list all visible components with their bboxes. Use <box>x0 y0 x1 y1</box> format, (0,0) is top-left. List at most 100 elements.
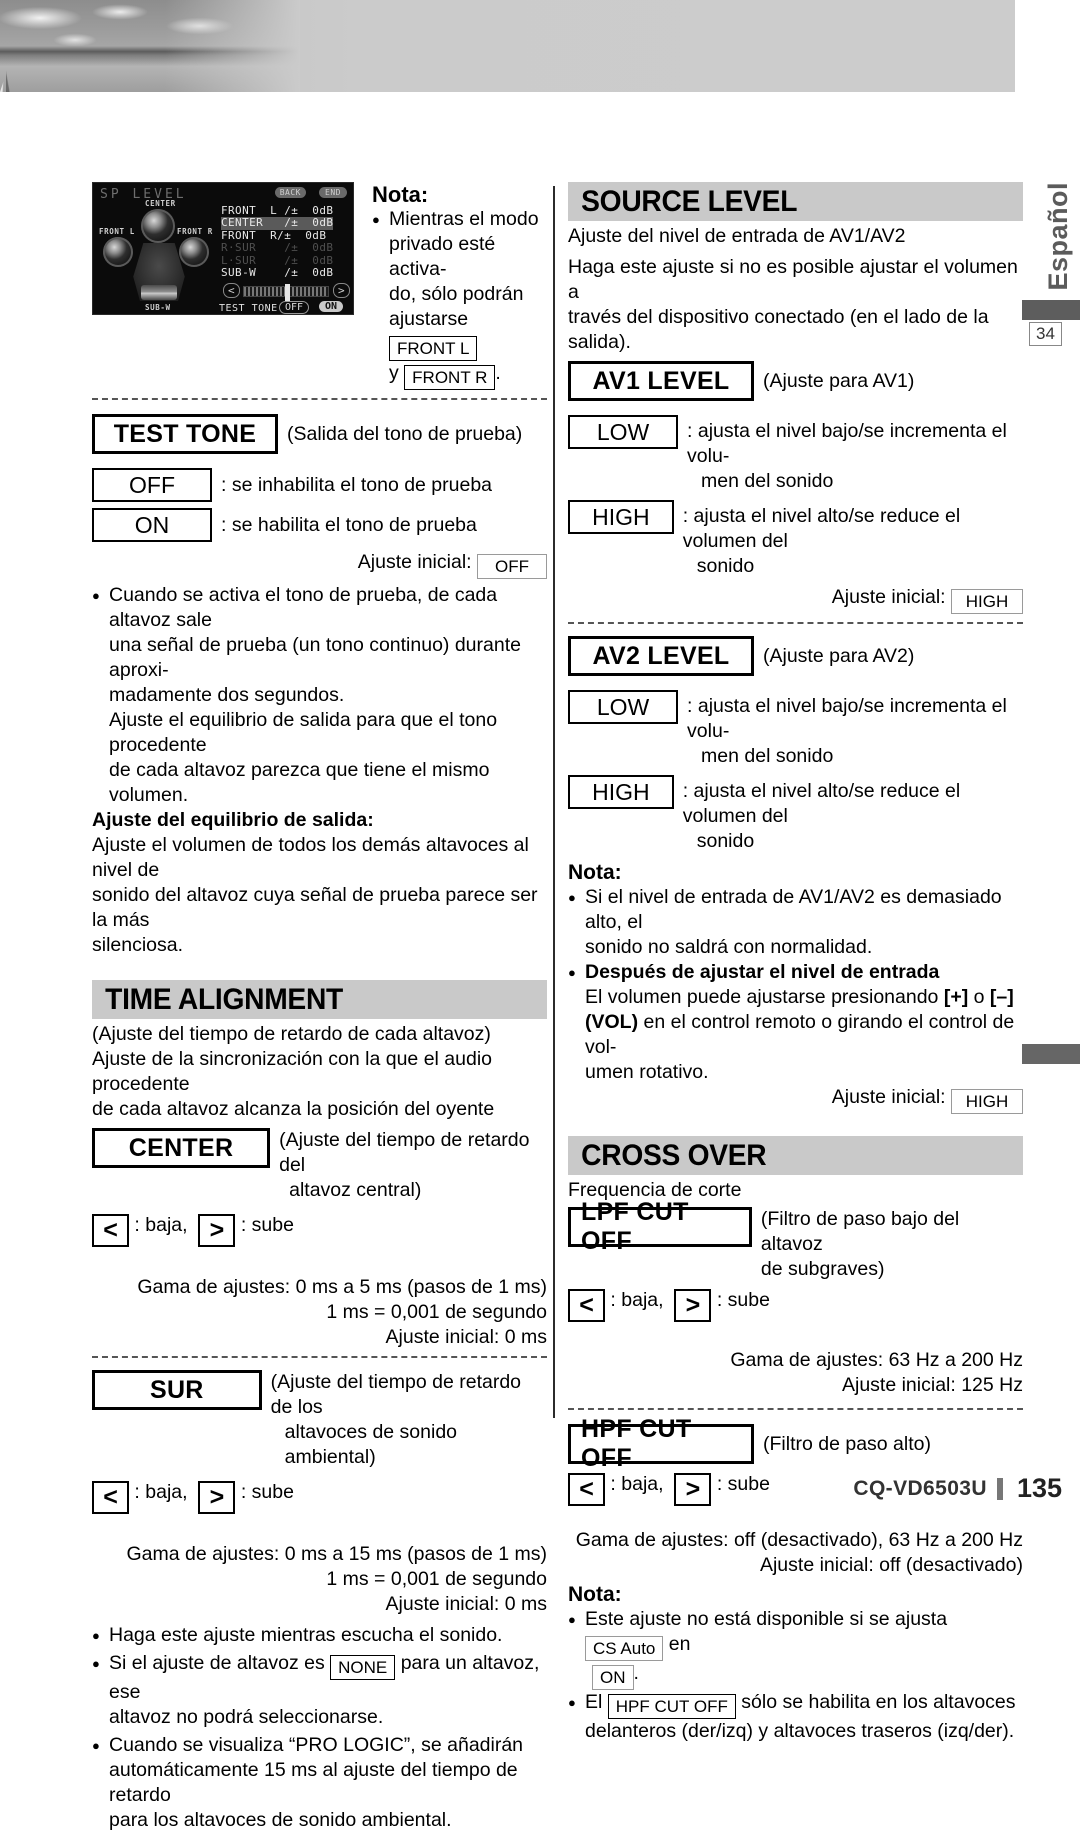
test-tone-on-option[interactable]: ON <box>92 508 212 542</box>
nota-line: ajustarse FRONT L <box>372 307 542 361</box>
hpf-initial: Ajuste inicial: off (desactivado) <box>759 1554 1023 1576</box>
av1-caption: (Ajuste para AV1) <box>763 370 915 392</box>
lpf-initial: Ajuste inicial: 125 Hz <box>841 1374 1023 1396</box>
text-line: para los altavoces de sonido ambiental. <box>109 1809 452 1831</box>
av1-level-key[interactable]: AV1 LEVEL <box>568 361 754 401</box>
text-line: ON. <box>568 1661 1023 1690</box>
lpf-cut-off-key[interactable]: LPF CUT OFF <box>568 1198 752 1255</box>
page-body: SP LEVEL BACK END CENTER FRONT L FRONT R… <box>0 0 1080 1831</box>
av1-high-desc-2: sonido <box>696 555 755 577</box>
nota-period: . <box>495 362 501 384</box>
arrow-right-icon[interactable]: > <box>674 1289 712 1322</box>
ta-bullet-2: Si el ajuste de altavoz es NONE para un … <box>92 1651 547 1705</box>
initial-label: Ajuste inicial: <box>831 1086 946 1108</box>
left-column: SP LEVEL BACK END CENTER FRONT L FRONT R… <box>92 182 547 1833</box>
av2-low-desc: : ajusta el nivel bajo/se incrementa el … <box>687 695 1007 742</box>
arrow-left-desc: : baja, <box>610 1473 664 1495</box>
sur-initial: Ajuste inicial: 0 ms <box>385 1593 547 1615</box>
av2-caption: (Ajuste para AV2) <box>763 645 915 667</box>
av2-level-key[interactable]: AV2 LEVEL <box>568 636 754 676</box>
av1-low-desc-2: men del sonido <box>701 470 834 492</box>
text-line: El volumen puede ajustarse presionando [… <box>568 985 1023 1010</box>
balance-heading: Ajuste del equilibrio de salida: <box>92 809 374 831</box>
nota-line: do, sólo podrán <box>389 283 524 305</box>
lpf-arrow-row: < : baja, > : sube <box>568 1288 1023 1322</box>
text-part: en el control remoto o girando el contro… <box>585 1011 1015 1058</box>
av2-initial-value: HIGH <box>951 1089 1023 1114</box>
on-key[interactable]: ON <box>592 1665 634 1690</box>
slider-thumb[interactable] <box>285 284 290 301</box>
screen-test-tone-label: TEST TONE <box>219 303 278 314</box>
nota-heading: Nota: <box>372 182 429 207</box>
arrow-left-icon[interactable]: < <box>92 1214 129 1247</box>
source-nota-bullet-2-heading: Después de ajustar el nivel de entrada <box>568 960 1023 985</box>
text-line: altavoz no podrá seleccionarse. <box>109 1706 384 1728</box>
text-part: El <box>585 1691 603 1713</box>
av2-high-option[interactable]: HIGH <box>568 775 674 809</box>
hpf-cut-off-key[interactable]: HPF CUT OFF <box>568 1415 754 1472</box>
cross-over-nota-bullet-2: El HPF CUT OFF sólo se habilita en los a… <box>568 1690 1023 1719</box>
arrow-right-icon[interactable]: > <box>674 1473 712 1506</box>
screen-level-slider[interactable] <box>243 284 329 301</box>
cross-over-heading: CROSS OVER <box>581 1138 767 1172</box>
screen-next-icon[interactable]: > <box>333 283 350 298</box>
av1-high-option[interactable]: HIGH <box>568 500 674 534</box>
screen-end-button[interactable]: END <box>319 187 347 198</box>
av1-low-option[interactable]: LOW <box>568 415 679 449</box>
time-alignment-section-header: TIME ALIGNMENT <box>92 980 547 1019</box>
arrow-left-icon[interactable]: < <box>568 1289 605 1322</box>
arrow-right-icon[interactable]: > <box>198 1214 236 1247</box>
screen-test-tone-off-button[interactable]: OFF <box>279 301 310 314</box>
time-alignment-heading: TIME ALIGNMENT <box>105 982 343 1016</box>
cross-over-nota-heading: Nota: <box>568 1583 622 1606</box>
initial-label: Ajuste inicial: <box>831 586 946 608</box>
text-line: Haga este ajuste si no es posible ajusta… <box>568 256 1018 303</box>
test-tone-off-option[interactable]: OFF <box>92 468 212 502</box>
text-line: de cada altavoz parezca que tiene el mis… <box>109 759 490 806</box>
text-part: en <box>668 1633 691 1655</box>
nota-bullet: Mientras el modo <box>372 207 542 232</box>
level-row: R·SUR /± 0dB <box>221 241 333 255</box>
front-r-key[interactable]: FRONT R <box>404 365 496 390</box>
center-key[interactable]: CENTER <box>92 1128 271 1168</box>
plus-key: [+] <box>943 986 969 1008</box>
sur-key-row: SUR (Ajuste del tiempo de retardo de los… <box>92 1370 547 1470</box>
test-tone-key[interactable]: TEST TONE <box>92 414 278 454</box>
arrow-left-desc: : baja, <box>134 1481 188 1503</box>
arrow-right-desc: : sube <box>240 1214 294 1236</box>
label-center: CENTER <box>145 199 176 208</box>
arrow-left-icon[interactable]: < <box>92 1481 129 1514</box>
period: . <box>633 1662 639 1684</box>
level-value: 0dB <box>312 266 334 280</box>
initial-label: Ajuste inicial: <box>357 551 472 573</box>
av2-low-option[interactable]: LOW <box>568 690 679 724</box>
front-l-key[interactable]: FRONT L <box>389 336 478 361</box>
screen-test-tone-on-button[interactable]: ON <box>319 301 344 312</box>
hpf-cut-off-key-inline[interactable]: HPF CUT OFF <box>607 1694 736 1719</box>
cross-over-nota-bullet-1: Este ajuste no está disponible si se aju… <box>568 1607 1023 1661</box>
sur-range: Gama de ajustes: 0 ms a 15 ms (pasos de … <box>126 1543 547 1565</box>
text-line: (VOL) en el control remoto o girando el … <box>568 1010 1023 1060</box>
text-part: o <box>973 986 985 1008</box>
arrow-right-icon[interactable]: > <box>198 1481 236 1514</box>
screen-prev-icon[interactable]: < <box>223 283 240 298</box>
none-key[interactable]: NONE <box>330 1655 396 1680</box>
label-front-r: FRONT R <box>177 227 213 236</box>
source-level-section-header: SOURCE LEVEL <box>568 182 1023 221</box>
av2-high-row: HIGH : ajusta el nivel alto/se reduce el… <box>568 775 1023 854</box>
lpf-caption-line: de subgraves) <box>760 1258 885 1280</box>
cs-auto-key[interactable]: CS Auto <box>585 1636 664 1661</box>
sur-note: 1 ms = 0,001 de segundo <box>326 1568 547 1590</box>
arrow-right-desc: : sube <box>240 1481 294 1503</box>
sur-key[interactable]: SUR <box>92 1370 262 1410</box>
minus-key: [–] <box>989 986 1014 1008</box>
center-initial: Ajuste inicial: 0 ms <box>385 1326 547 1348</box>
arrow-left-icon[interactable]: < <box>568 1473 605 1506</box>
screen-back-button[interactable]: BACK <box>274 187 306 198</box>
level-name: R·SUR /± <box>221 241 299 255</box>
center-caption-line: (Ajuste del tiempo de retardo del <box>279 1129 530 1176</box>
av2-low-row: LOW : ajusta el nivel bajo/se incrementa… <box>568 690 1023 769</box>
level-row: CENTER /± 0dB <box>221 216 334 230</box>
speaker-level-list: FRONT L /± 0dB CENTER /± 0dB FRONT R/± 0… <box>221 204 334 280</box>
label-front-l: FRONT L <box>99 227 135 236</box>
